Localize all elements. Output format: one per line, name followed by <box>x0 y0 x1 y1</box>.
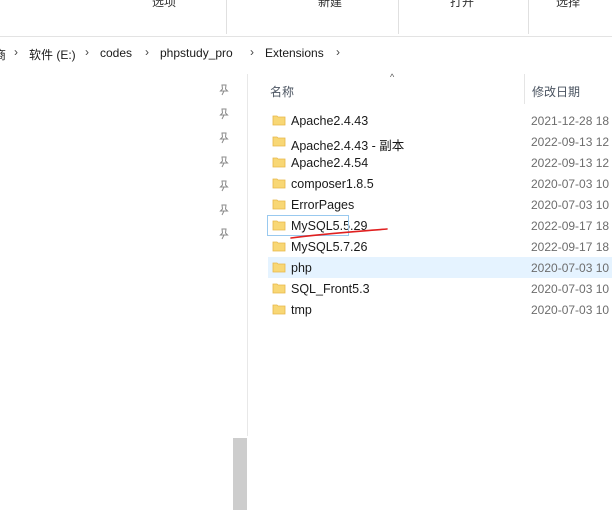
scrollbar-thumb[interactable] <box>233 438 247 510</box>
annotation-underline <box>290 228 388 239</box>
